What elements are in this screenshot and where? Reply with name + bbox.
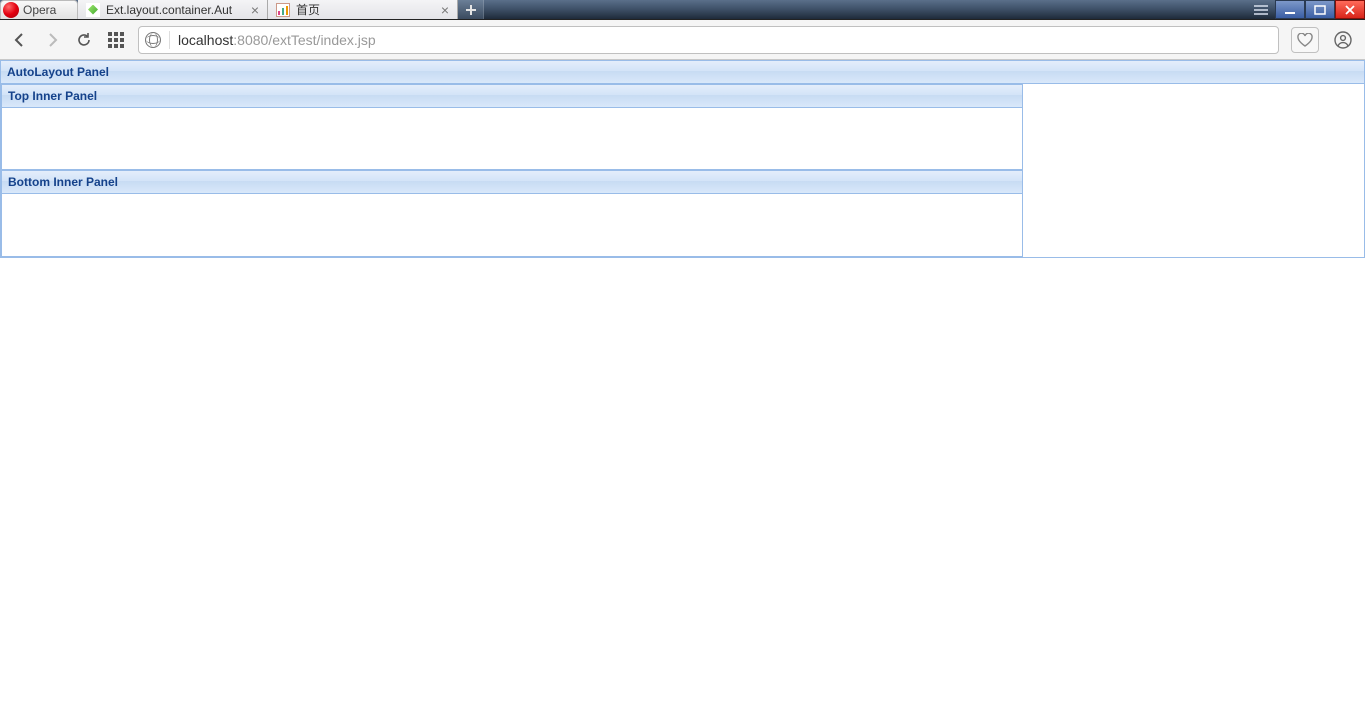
bottom-inner-panel-title: Bottom Inner Panel <box>8 175 118 189</box>
url-text: localhost:8080/extTest/index.jsp <box>178 32 376 48</box>
favicon-chart-icon <box>276 3 290 17</box>
opera-menu-tab[interactable]: Opera <box>0 0 78 19</box>
address-bar[interactable]: localhost:8080/extTest/index.jsp <box>138 26 1279 54</box>
new-tab-button[interactable] <box>458 0 484 19</box>
url-port: :8080 <box>233 32 268 48</box>
user-account-button[interactable] <box>1331 28 1355 52</box>
url-path: /extTest/index.jsp <box>268 32 375 48</box>
window-close-button[interactable] <box>1335 0 1365 19</box>
url-host: localhost <box>178 32 233 48</box>
window-minimize-button[interactable] <box>1275 0 1305 19</box>
window-maximize-button[interactable] <box>1305 0 1335 19</box>
separator <box>169 31 170 49</box>
globe-icon <box>145 32 161 48</box>
tab-label: 首页 <box>296 1 435 18</box>
panel-title: AutoLayout Panel <box>7 65 109 79</box>
bookmark-heart-button[interactable] <box>1291 27 1319 53</box>
speed-dial-button[interactable] <box>106 30 126 50</box>
reload-button[interactable] <box>74 30 94 50</box>
bottom-inner-panel-header: Bottom Inner Panel <box>2 171 1022 194</box>
opera-logo-icon <box>3 2 19 18</box>
panel-body: Top Inner Panel Bottom Inner Panel <box>1 84 1023 257</box>
top-inner-panel: Top Inner Panel <box>1 84 1023 171</box>
browser-tab-strip: Opera Ext.layout.container.Aut × 首页 × <box>0 0 1365 20</box>
favicon-arrow-icon <box>86 3 100 17</box>
auto-layout-panel: AutoLayout Panel Top Inner Panel Bottom … <box>0 60 1365 258</box>
panel-header: AutoLayout Panel <box>1 61 1364 84</box>
top-inner-panel-body <box>2 108 1022 170</box>
forward-button[interactable] <box>42 30 62 50</box>
top-inner-panel-title: Top Inner Panel <box>8 89 97 103</box>
bottom-inner-panel: Bottom Inner Panel <box>1 171 1023 257</box>
speed-dial-icon <box>108 32 124 48</box>
bottom-inner-panel-body <box>2 194 1022 256</box>
browser-toolbar: localhost:8080/extTest/index.jsp <box>0 20 1365 60</box>
back-button[interactable] <box>10 30 30 50</box>
close-tab-icon[interactable]: × <box>441 3 449 17</box>
top-inner-panel-header: Top Inner Panel <box>2 85 1022 108</box>
browser-tab-1[interactable]: 首页 × <box>268 0 458 19</box>
close-tab-icon[interactable]: × <box>251 3 259 17</box>
opera-menu-icon[interactable] <box>1247 0 1275 19</box>
browser-tab-0[interactable]: Ext.layout.container.Aut × <box>78 0 268 19</box>
page-content: AutoLayout Panel Top Inner Panel Bottom … <box>0 60 1365 258</box>
opera-label: Opera <box>23 3 56 17</box>
tab-label: Ext.layout.container.Aut <box>106 3 245 17</box>
